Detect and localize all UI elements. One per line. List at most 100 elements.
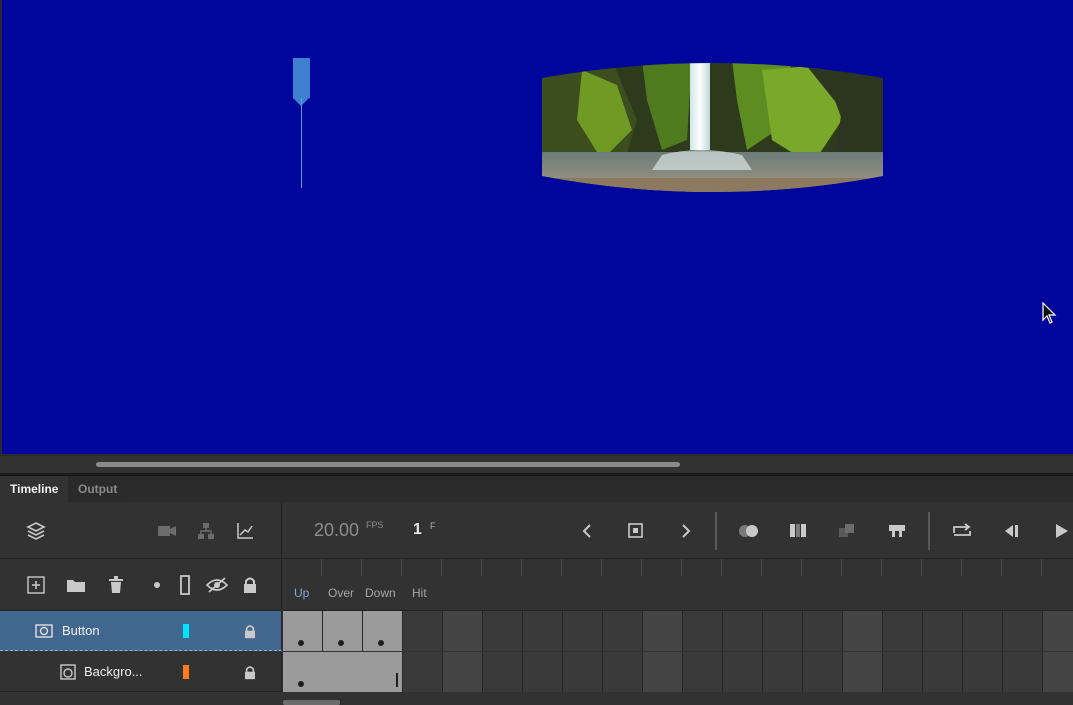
ruler-tick [321,559,322,576]
graph-icon[interactable] [234,520,256,542]
ruler-tick [801,559,802,576]
frame-cell[interactable] [1003,652,1043,692]
lock-icon[interactable] [242,622,258,640]
frame-cell[interactable] [603,652,643,692]
camera-icon[interactable] [156,520,178,542]
onion-skin-icon[interactable] [736,520,762,542]
frame-cell[interactable] [603,611,643,651]
tween-icon[interactable] [836,520,858,542]
layer-row-button[interactable]: Button [0,611,282,651]
keyframe-cell[interactable] [363,611,403,651]
ruler-tick [1041,559,1042,576]
movieclip-symbol-icon [58,663,78,681]
folder-icon[interactable] [65,574,87,596]
layer-name[interactable]: Button [62,623,100,638]
eye-off-icon[interactable] [205,574,229,596]
frame-cell[interactable] [443,611,483,651]
ruler-tick [641,559,642,576]
ruler-tick [561,559,562,576]
frame-cell[interactable] [523,611,563,651]
frame-cell[interactable] [843,652,883,692]
frame-cell[interactable] [883,652,923,692]
frame-cell[interactable] [683,652,723,692]
frame-cell[interactable] [1043,611,1073,651]
frame-label-hit: Hit [412,586,427,600]
ruler-tick [361,559,362,576]
playhead-handle[interactable] [293,58,310,106]
frame-cell[interactable] [683,611,723,651]
frame-cell[interactable] [403,611,443,651]
insert-keyframe-icon[interactable] [625,520,647,542]
lock-icon[interactable] [239,574,261,596]
next-keyframe-icon[interactable] [675,520,697,542]
frame-cell[interactable] [803,611,843,651]
stage-canvas[interactable] [2,0,1073,454]
frame-cell[interactable] [483,611,523,651]
layer-row-background[interactable]: Backgro... [0,652,282,692]
scrollbar-thumb[interactable] [96,462,680,467]
mouse-cursor-icon [1042,302,1057,324]
parenting-icon[interactable] [195,520,217,542]
frame-cell[interactable] [643,652,683,692]
keyframe-cell[interactable] [323,611,363,651]
keyframe-span[interactable] [283,652,403,692]
tab-output[interactable]: Output [68,476,128,503]
frame-cell[interactable] [763,611,803,651]
tab-timeline[interactable]: Timeline [0,476,69,503]
ruler-tick [521,559,522,576]
frame-cell[interactable] [1043,652,1073,692]
outline-icon[interactable] [174,574,196,596]
frame-cell[interactable] [1003,611,1043,651]
frame-cell[interactable] [403,652,443,692]
toolbar-divider [928,512,930,550]
timeline-horizontal-scrollbar[interactable] [283,700,340,705]
timeline-panel: 20.00 FPS 1 F Up Over Down Hit Button Ba… [0,502,1073,705]
stage-horizontal-scrollbar[interactable] [0,456,1073,474]
frame-cell[interactable] [923,652,963,692]
timeline-playback-toolbar: 20.00 FPS 1 F [283,502,1073,559]
ruler-tick [761,559,762,576]
frame-cell[interactable] [563,652,603,692]
add-layer-icon[interactable] [25,574,47,596]
fps-unit-label: FPS [366,520,384,530]
step-back-icon[interactable] [1000,520,1022,542]
frame-cell[interactable] [523,652,563,692]
frame-cell[interactable] [443,652,483,692]
ruler-tick [601,559,602,576]
lock-icon[interactable] [242,663,258,681]
frame-cell[interactable] [483,652,523,692]
frame-ruler[interactable]: Up Over Down Hit [283,559,1073,611]
layers-icon[interactable] [24,519,48,543]
frame-cell[interactable] [563,611,603,651]
timeline-left-toolbar [0,502,282,559]
loop-icon[interactable] [949,520,975,542]
frames-row-button [283,611,1073,651]
layer-color-swatch[interactable] [183,624,189,638]
frame-cell[interactable] [803,652,843,692]
frame-cell[interactable] [923,611,963,651]
frames-row-background [283,652,1073,692]
layer-color-swatch[interactable] [183,665,189,679]
dot-icon[interactable] [146,574,168,596]
frame-cell[interactable] [883,611,923,651]
waterfall-artwork[interactable] [542,60,883,195]
frame-cell[interactable] [963,652,1003,692]
frame-cell[interactable] [963,611,1003,651]
prev-keyframe-icon[interactable] [576,520,598,542]
frame-cell[interactable] [723,611,763,651]
edit-multiple-frames-icon[interactable] [786,520,810,542]
keyframe-cell[interactable] [283,611,323,651]
frame-cell[interactable] [763,652,803,692]
frame-cell[interactable] [843,611,883,651]
trash-icon[interactable] [105,574,127,596]
layer-name[interactable]: Backgro... [84,664,143,679]
current-frame-value[interactable]: 1 [413,521,422,539]
frame-cell[interactable] [643,611,683,651]
frame-cell[interactable] [723,652,763,692]
frame-label-down: Down [365,586,396,600]
playhead-line [301,98,302,188]
play-icon[interactable] [1050,520,1072,542]
frame-label-up: Up [294,586,310,600]
insert-frame-icon[interactable] [886,520,908,542]
fps-value[interactable]: 20.00 [314,520,359,541]
